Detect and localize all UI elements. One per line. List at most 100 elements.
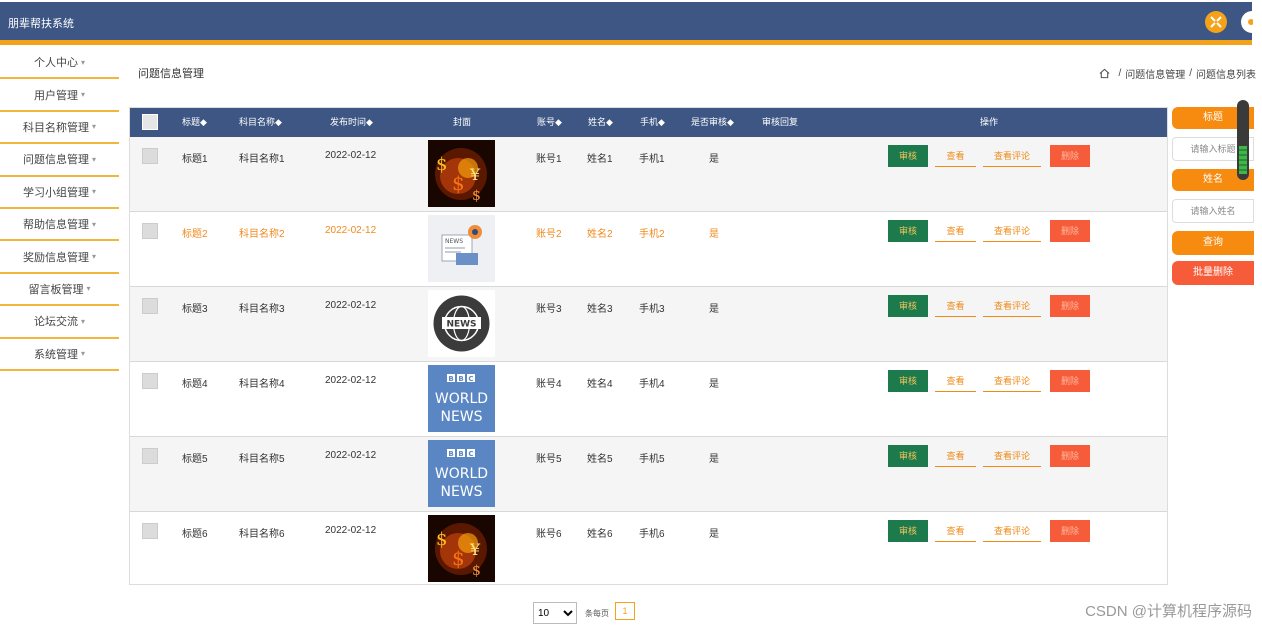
bbc-world-text: WORLD <box>435 466 488 482</box>
header-name[interactable]: 姓名◆ <box>588 108 613 137</box>
sidebar-item[interactable]: 系统管理 ▾ <box>0 339 119 371</box>
account-cell: 账号6 <box>536 529 562 540</box>
title-cell: 标题3 <box>182 304 208 315</box>
row-checkbox[interactable] <box>142 223 158 239</box>
reviewed-cell: 是 <box>709 304 719 315</box>
sidebar-item[interactable]: 科目名称管理 ▾ <box>0 112 119 145</box>
header-subject[interactable]: 科目名称◆ <box>239 108 282 137</box>
sidebar-item[interactable]: 留言板管理 ▾ <box>0 274 119 307</box>
review-button[interactable]: 审核 <box>888 445 928 467</box>
title-cell: 标题5 <box>182 454 208 465</box>
page-number-button[interactable]: 1 <box>615 601 635 620</box>
bbc-letter: B <box>448 450 453 458</box>
user-avatar-icon[interactable] <box>1241 11 1253 33</box>
reviewed-cell: 是 <box>709 529 719 540</box>
name-cell: 姓名2 <box>587 229 613 240</box>
table-row[interactable]: 标题6 科目名称6 2022-02-12 账号6 姓名6 手机6 是 $ $ ¥ $ 审核 查看 查看评论… <box>130 512 1167 584</box>
breadcrumb-item-section[interactable]: 问题信息管理 <box>1125 66 1185 81</box>
name-cell: 姓名6 <box>587 529 613 540</box>
chevron-down-icon: ▾ <box>80 316 85 326</box>
subject-cell: 科目名称2 <box>239 229 285 240</box>
row-checkbox[interactable] <box>142 298 158 314</box>
sidebar-item-label: 用户管理 <box>33 89 78 102</box>
view-button[interactable]: 查看 <box>935 145 976 167</box>
cover-image: B B C WORLD NEWS <box>428 440 495 507</box>
view-button[interactable]: 查看 <box>935 220 976 242</box>
review-button[interactable]: 审核 <box>888 145 928 167</box>
view-comments-button[interactable]: 查看评论 <box>983 145 1041 167</box>
view-comments-button[interactable]: 查看评论 <box>983 520 1041 542</box>
header-actions: 操作 <box>980 117 999 127</box>
chevron-down-icon: ▾ <box>91 219 96 229</box>
view-button[interactable]: 查看 <box>935 295 976 317</box>
row-checkbox[interactable] <box>142 148 158 164</box>
table-row[interactable]: 标题5 科目名称5 2022-02-12 账号5 姓名5 手机5 是 B B C WORLD NEWS… <box>130 437 1167 512</box>
date-cell: 2022-02-12 <box>325 450 377 461</box>
view-button[interactable]: 查看 <box>935 445 976 467</box>
sidebar-item[interactable]: 学习小组管理 ▾ <box>0 177 119 209</box>
table-row[interactable]: 标题1 科目名称1 2022-02-12 账号1 姓名1 手机1 是 $ $ ¥ $ 审核 查看 查看评论… <box>130 137 1167 212</box>
delete-button[interactable]: 删除 <box>1050 370 1090 392</box>
view-button[interactable]: 查看 <box>935 370 976 392</box>
name-cell: 姓名5 <box>587 454 613 465</box>
view-button[interactable]: 查看 <box>935 520 976 542</box>
fullscreen-icon[interactable] <box>1205 11 1227 33</box>
sidebar-item[interactable]: 奖励信息管理 ▾ <box>0 241 119 274</box>
date-cell: 2022-02-12 <box>325 225 377 236</box>
delete-button[interactable]: 删除 <box>1050 445 1090 467</box>
scroll-indicator[interactable] <box>1237 100 1249 180</box>
delete-button[interactable]: 删除 <box>1050 295 1090 317</box>
view-comments-button[interactable]: 查看评论 <box>983 445 1041 467</box>
svg-text:$: $ <box>436 529 447 550</box>
name-search-input[interactable]: 请输入姓名 <box>1172 199 1254 223</box>
row-checkbox[interactable] <box>142 373 158 389</box>
header-reviewed[interactable]: 是否审核◆ <box>691 108 734 137</box>
header-account[interactable]: 账号◆ <box>537 108 562 137</box>
sidebar-item[interactable]: 个人中心 ▾ <box>0 47 119 80</box>
subject-cell: 科目名称3 <box>239 304 285 315</box>
cover-image: $ $ ¥ $ <box>428 140 495 207</box>
subject-cell: 科目名称4 <box>239 379 285 390</box>
bbc-letter: C <box>468 450 473 458</box>
view-comments-button[interactable]: 查看评论 <box>983 370 1041 392</box>
pagination: 10 条每页 1 <box>533 601 635 624</box>
row-checkbox[interactable] <box>142 448 158 464</box>
per-page-label: 条每页 <box>585 608 609 618</box>
sidebar: 个人中心 ▾ 用户管理 ▾ 科目名称管理 ▾ 问题信息管理 ▾ 学习小组管理 ▾ 帮助信息管理 ▾ 奖励… <box>0 47 119 371</box>
svg-text:$: $ <box>472 563 481 579</box>
table-row[interactable]: 标题4 科目名称4 2022-02-12 账号4 姓名4 手机4 是 B B C WORLD NEWS… <box>130 362 1167 437</box>
delete-button[interactable]: 删除 <box>1050 145 1090 167</box>
review-button[interactable]: 审核 <box>888 370 928 392</box>
chevron-down-icon: ▾ <box>91 122 96 132</box>
svg-text:$: $ <box>452 546 465 570</box>
table-row[interactable]: 标题3 科目名称3 2022-02-12 账号3 姓名3 手机3 是 NEWS 审核 查看 查看评论… <box>130 287 1167 362</box>
table-row[interactable]: 标题2 科目名称2 2022-02-12 账号2 姓名2 手机2 是 NEWS 审核 查看 查看评论… <box>130 212 1167 287</box>
header-title[interactable]: 标题◆ <box>182 108 207 137</box>
name-cell: 姓名3 <box>587 304 613 315</box>
subject-cell: 科目名称5 <box>239 454 285 465</box>
select-all-checkbox[interactable] <box>142 114 158 130</box>
sidebar-item[interactable]: 帮助信息管理 ▾ <box>0 209 119 242</box>
header-date[interactable]: 发布时间◆ <box>330 108 373 137</box>
view-comments-button[interactable]: 查看评论 <box>983 295 1041 317</box>
query-button[interactable]: 查询 <box>1172 231 1254 255</box>
account-cell: 账号4 <box>536 379 562 390</box>
date-cell: 2022-02-12 <box>325 525 377 536</box>
view-comments-button[interactable]: 查看评论 <box>983 220 1041 242</box>
sidebar-item[interactable]: 论坛交流 ▾ <box>0 306 119 339</box>
review-button[interactable]: 审核 <box>888 220 928 242</box>
account-cell: 账号3 <box>536 304 562 315</box>
page-size-select[interactable]: 10 <box>533 602 577 624</box>
delete-button[interactable]: 删除 <box>1050 220 1090 242</box>
scroll-level <box>1239 146 1247 174</box>
review-button[interactable]: 审核 <box>888 295 928 317</box>
review-button[interactable]: 审核 <box>888 520 928 542</box>
sidebar-item[interactable]: 问题信息管理 ▾ <box>0 144 119 177</box>
sidebar-item[interactable]: 用户管理 ▾ <box>0 79 119 112</box>
delete-button[interactable]: 删除 <box>1050 520 1090 542</box>
home-icon[interactable] <box>1099 68 1110 79</box>
batch-delete-button[interactable]: 批量删除 <box>1172 261 1254 285</box>
sidebar-item-label: 个人中心 <box>33 57 78 70</box>
row-checkbox[interactable] <box>142 523 158 539</box>
header-phone[interactable]: 手机◆ <box>640 108 665 137</box>
